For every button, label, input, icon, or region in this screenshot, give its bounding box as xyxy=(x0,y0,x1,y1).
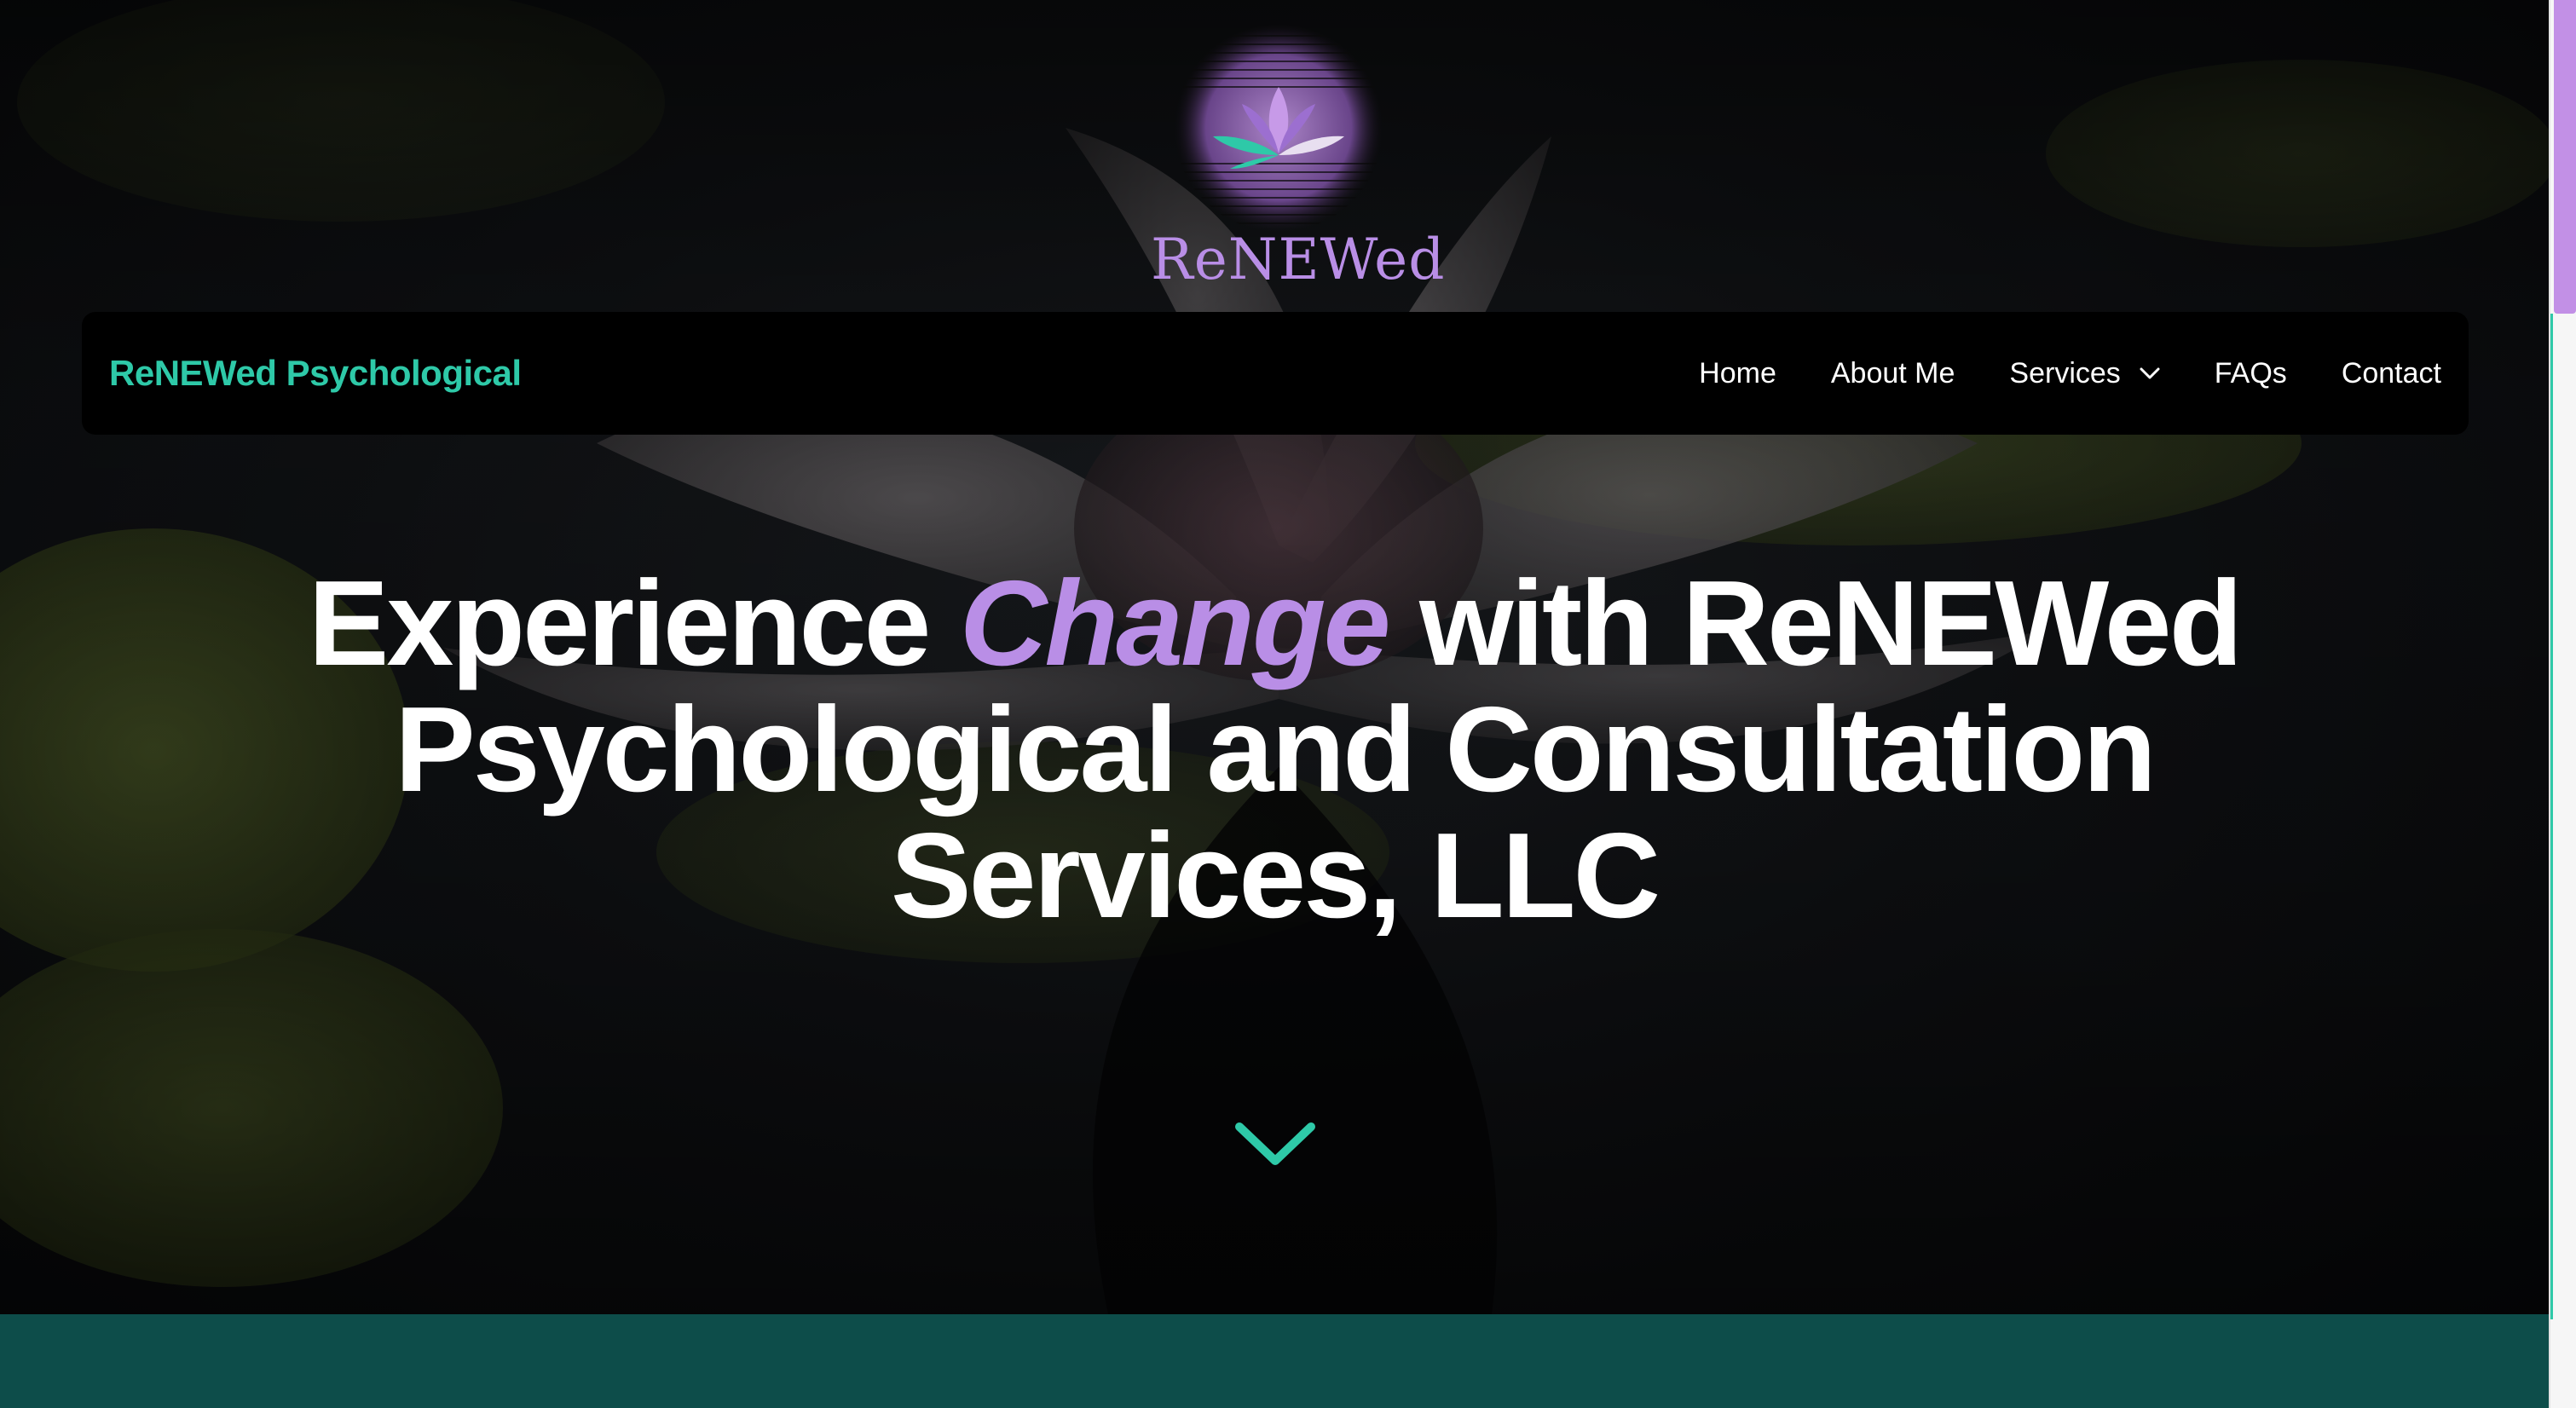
nav-home-link[interactable]: Home xyxy=(1699,357,1776,390)
site-logo[interactable]: ReNEWed xyxy=(1151,19,1446,292)
next-section-teal-band xyxy=(0,1314,2549,1408)
scrollbar-thumb[interactable] xyxy=(2554,0,2576,314)
brand-link[interactable]: ReNEWed Psychological xyxy=(109,353,522,394)
page: ReNEWed ReNEWed Psychological Home About… xyxy=(0,0,2576,1408)
nav-faqs-link[interactable]: FAQs xyxy=(2215,357,2287,390)
lotus-logo-icon xyxy=(1175,24,1383,232)
nav-services-dropdown[interactable]: Services xyxy=(2009,356,2160,390)
nav-services-label: Services xyxy=(2009,356,2121,390)
headline-accent-word: Change xyxy=(959,556,1391,691)
nav-contact-link[interactable]: Contact xyxy=(2342,357,2441,390)
main-navbar: ReNEWed Psychological Home About Me Serv… xyxy=(82,312,2469,435)
hero-headline: Experience Change with ReNEWed Psycholog… xyxy=(256,561,2293,939)
headline-part1: Experience xyxy=(308,556,960,691)
nav-about-link[interactable]: About Me xyxy=(1831,357,1955,390)
page-scrollbar[interactable] xyxy=(2549,0,2576,1408)
scrollbar-accent-line xyxy=(2550,314,2553,1319)
nav-links: Home About Me Services FAQs Contact xyxy=(1699,357,2441,390)
logo-wordmark: ReNEWed xyxy=(1151,227,1446,292)
scroll-down-chevron-icon[interactable] xyxy=(1233,1118,1318,1169)
chevron-down-icon xyxy=(2140,367,2160,379)
